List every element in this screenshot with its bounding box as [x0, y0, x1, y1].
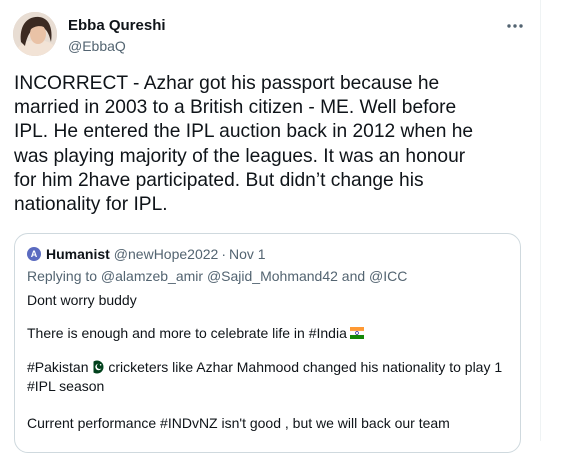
quoted-tweet-date[interactable]: Nov 1	[229, 246, 266, 262]
separator-dot: ·	[221, 246, 226, 262]
quoted-author-name[interactable]: Humanist	[46, 246, 110, 262]
more-options-button[interactable]	[503, 16, 527, 36]
tweet-text-line: was playing majority of the leagues. It …	[14, 145, 466, 167]
timeline-border	[540, 0, 541, 441]
tweet-text-line: nationality for IPL.	[14, 194, 168, 216]
more-icon	[507, 24, 523, 28]
quoted-text-line-india: There is enough and more to celebrate li…	[27, 324, 364, 342]
author-avatar[interactable]	[13, 12, 57, 56]
author-handle[interactable]: @EbbaQ	[68, 37, 126, 55]
quoted-text-line: #IPL season	[27, 378, 105, 394]
quoted-tweet[interactable]: A Humanist @newHope2022 · Nov 1 Replying…	[14, 233, 521, 453]
quoted-text: There is enough and more to celebrate li…	[27, 325, 347, 341]
quoted-author-avatar[interactable]: A	[27, 247, 41, 261]
avatar-photo	[13, 12, 57, 56]
tweet-text-line: INCORRECT - Azhar got his passport becau…	[14, 73, 440, 94]
quoted-author-handle[interactable]: @newHope2022	[114, 246, 219, 262]
quoted-tweet-header: A Humanist @newHope2022 · Nov 1	[27, 245, 266, 263]
quoted-text-line-pakistan: #Pakistan cricketers like Azhar Mahmood …	[27, 358, 502, 376]
pakistan-flag-icon	[90, 360, 104, 374]
quoted-text-line: Dont worry buddy	[27, 292, 137, 308]
replying-to-line: Replying to @alamzeb_amir @Sajid_Mohmand…	[27, 268, 408, 284]
tweet-text-line: for him 2have participated. But didn’t c…	[14, 169, 424, 191]
tweet-text: INCORRECT - Azhar got his passport becau…	[14, 72, 529, 217]
india-flag-icon	[349, 327, 364, 339]
tweet-text-line: IPL. He entered the IPL auction back in …	[14, 121, 474, 143]
tweet-text-line: married in 2003 to a British citizen - M…	[14, 97, 457, 119]
author-name[interactable]: Ebba Qureshi	[68, 17, 166, 35]
quoted-text-line: Current performance #INDvNZ isn't good ,…	[27, 415, 450, 431]
hashtag-pakistan[interactable]: #Pakistan	[27, 359, 88, 375]
quoted-text: cricketers like Azhar Mahmood changed hi…	[104, 359, 503, 375]
